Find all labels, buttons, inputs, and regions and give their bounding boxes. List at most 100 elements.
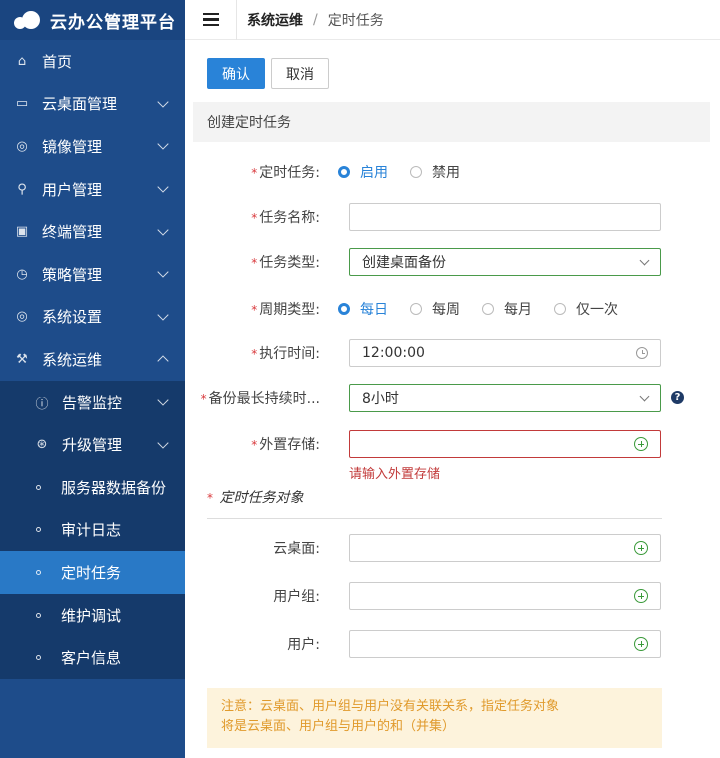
exec-time-label: * 执行时间: <box>251 346 320 362</box>
bullet-icon <box>36 655 41 661</box>
task-name-input[interactable] <box>349 203 661 231</box>
chevron-down-icon <box>639 255 650 265</box>
clock-icon <box>636 347 648 359</box>
user-input[interactable] <box>349 630 661 658</box>
divider <box>207 518 662 519</box>
bullet-icon <box>36 569 41 575</box>
chevron-down-icon <box>157 266 169 278</box>
sidebar-item-label: 告警监控 <box>62 393 123 412</box>
radio-once[interactable]: 仅一次 <box>554 299 618 319</box>
sidebar-submenu: ⓘ 告警监控 ⊛ 升级管理服务器数据备份审计日志定时任务维护调试客户信息 <box>0 380 185 679</box>
add-circle-icon[interactable] <box>634 437 648 451</box>
external-storage-error: 请输入外置存储 <box>349 467 441 482</box>
menu-toggle-icon[interactable] <box>185 0 237 40</box>
sidebar-item-label: 系统设置 <box>42 308 103 327</box>
app-title: 云办公管理平台 <box>50 12 176 33</box>
radio-enable[interactable]: 启用 <box>338 162 388 182</box>
radio-disable[interactable]: 禁用 <box>410 162 460 182</box>
sidebar-item-label: 服务器数据备份 <box>61 478 167 497</box>
radio-monthly[interactable]: 每月 <box>482 299 532 319</box>
sidebar-item-sub-4[interactable]: 定时任务 <box>0 551 185 594</box>
exec-time-picker[interactable]: 12:00:00 <box>349 339 661 367</box>
sidebar-item-label: 升级管理 <box>62 436 123 455</box>
desktop-label: 云桌面: <box>273 541 320 557</box>
task-name-label: * 任务名称: <box>251 210 320 226</box>
radio-daily[interactable]: 每日 <box>338 299 388 319</box>
logo[interactable]: 云办公管理平台 <box>0 0 185 40</box>
sidebar-item-main-6[interactable]: ◎ 系统设置 <box>0 296 185 339</box>
sidebar-item-main-3[interactable]: ⚲ 用户管理 <box>0 168 185 211</box>
upgrade-icon: ⊛ <box>36 437 48 453</box>
task-type-value: 创建桌面备份 <box>362 255 446 271</box>
sidebar-item-main-5[interactable]: ◷ 策略管理 <box>0 253 185 296</box>
main-content: 确认 取消 创建定时任务 * 定时任务: 启用 禁用 * 任务名称: * 任务类型: … <box>185 40 720 758</box>
task-enable-radio-group: 启用 禁用 <box>330 162 482 182</box>
toolbar: 确认 取消 <box>207 58 329 89</box>
user-group-label: 用户组: <box>273 589 320 605</box>
notice-line-1: 注意：云桌面、用户组与用户没有关联关系，指定任务对象 <box>221 699 560 714</box>
backup-duration-select[interactable]: 8小时 <box>349 384 661 412</box>
home-icon: ⌂ <box>17 53 27 69</box>
sidebar-item-main-4[interactable]: ▣ 终端管理 <box>0 210 185 253</box>
add-circle-icon[interactable] <box>634 541 648 555</box>
sidebar: 云办公管理平台 ⌂ 首页 ▭ 云桌面管理 ◎ 镜像管理 ⚲ 用户管理 ▣ 终端管理 ◷ 策略管理 ◎ 系统… <box>0 0 185 758</box>
task-type-select[interactable]: 创建桌面备份 <box>349 248 661 276</box>
add-circle-icon[interactable] <box>634 589 648 603</box>
cycle-type-row: * 周期类型: 每日 每周 每月 仅一次 <box>185 294 720 324</box>
sidebar-item-main-1[interactable]: ▭ 云桌面管理 <box>0 83 185 126</box>
task-objects-title: * 定时任务对象 <box>207 490 304 506</box>
notice-line-2: 将是云桌面、用户组与用户的和（并集） <box>221 719 456 734</box>
bullet-icon <box>36 527 41 533</box>
help-icon[interactable]: ? <box>671 391 684 404</box>
backup-duration-value: 8小时 <box>362 391 399 407</box>
sidebar-item-sub-0[interactable]: ⓘ 告警监控 <box>0 381 185 424</box>
bullet-icon <box>36 612 41 618</box>
sidebar-item-label: 首页 <box>42 52 73 71</box>
sidebar-item-label: 定时任务 <box>61 563 122 582</box>
sidebar-menu: ⌂ 首页 ▭ 云桌面管理 ◎ 镜像管理 ⚲ 用户管理 ▣ 终端管理 ◷ 策略管理 ◎ 系统设置 ⚒ 系统运维 <box>0 40 185 381</box>
sidebar-item-label: 维护调试 <box>61 606 122 625</box>
add-circle-icon[interactable] <box>634 637 648 651</box>
chevron-down-icon <box>639 391 650 401</box>
sidebar-item-label: 策略管理 <box>42 265 103 284</box>
sidebar-item-label: 终端管理 <box>42 223 103 242</box>
task-type-label: * 任务类型: <box>251 255 320 271</box>
sidebar-item-main-7[interactable]: ⚒ 系统运维 <box>0 338 185 381</box>
radio-weekly[interactable]: 每周 <box>410 299 460 319</box>
user-icon: ⚲ <box>17 181 27 197</box>
user-label: 用户: <box>287 637 320 653</box>
settings-icon: ◎ <box>16 309 28 325</box>
chevron-down-icon <box>157 96 169 108</box>
exec-time-value: 12:00:00 <box>362 345 425 361</box>
sidebar-item-sub-3[interactable]: 审计日志 <box>0 509 185 552</box>
section-title: 创建定时任务 <box>193 102 710 142</box>
sidebar-item-sub-1[interactable]: ⊛ 升级管理 <box>0 423 185 466</box>
sidebar-item-label: 系统运维 <box>42 350 103 369</box>
sidebar-item-sub-2[interactable]: 服务器数据备份 <box>0 466 185 509</box>
sidebar-item-main-0[interactable]: ⌂ 首页 <box>0 40 185 83</box>
sidebar-item-main-2[interactable]: ◎ 镜像管理 <box>0 125 185 168</box>
top-header: 系统运维 / 定时任务 <box>185 0 720 40</box>
cloud-logo-icon <box>12 11 44 29</box>
chevron-down-icon <box>157 181 169 193</box>
breadcrumb-parent[interactable]: 系统运维 <box>247 10 303 30</box>
desktop-input[interactable] <box>349 534 661 562</box>
breadcrumb-separator: / <box>313 11 318 28</box>
sidebar-item-sub-6[interactable]: 客户信息 <box>0 636 185 679</box>
chevron-down-icon <box>157 394 169 406</box>
sidebar-item-label: 客户信息 <box>61 649 122 668</box>
cancel-button[interactable]: 取消 <box>271 58 329 89</box>
sidebar-item-label: 镜像管理 <box>42 137 103 156</box>
bullet-icon <box>36 484 41 490</box>
breadcrumb: 系统运维 / 定时任务 <box>237 10 384 30</box>
sidebar-item-sub-5[interactable]: 维护调试 <box>0 594 185 637</box>
chevron-down-icon <box>157 138 169 151</box>
confirm-button[interactable]: 确认 <box>207 58 265 89</box>
cycle-type-radio-group: 每日 每周 每月 仅一次 <box>330 299 640 319</box>
external-storage-input[interactable] <box>349 430 661 458</box>
clock-icon: ◷ <box>16 266 28 282</box>
sidebar-item-label: 用户管理 <box>42 180 103 199</box>
cycle-type-label: * 周期类型: <box>251 302 320 318</box>
chevron-down-icon <box>157 436 169 449</box>
user-group-input[interactable] <box>349 582 661 610</box>
